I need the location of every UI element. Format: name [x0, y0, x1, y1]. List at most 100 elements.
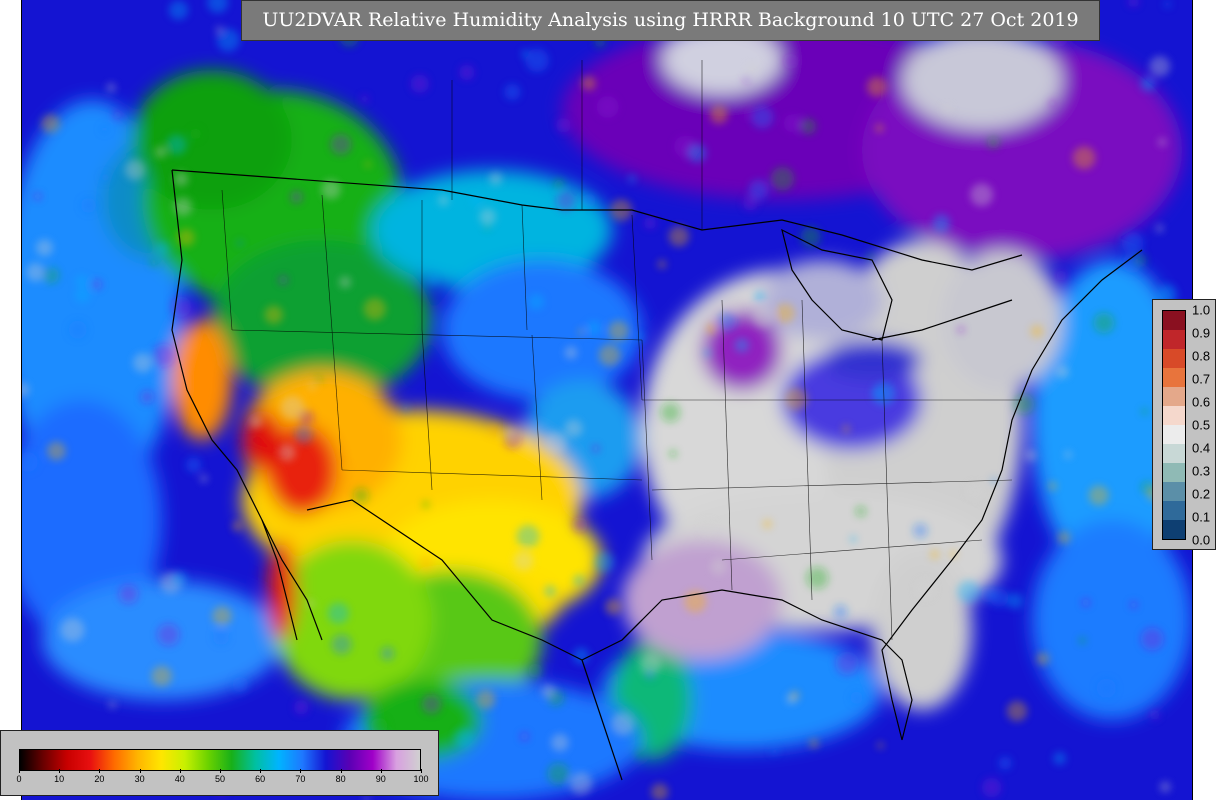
speckle: [41, 114, 60, 133]
relative-humidity-map: [21, 0, 1193, 800]
rh-tick-label: 70: [295, 774, 306, 784]
increment-colorbar-segment: [1163, 348, 1185, 368]
speckle: [611, 712, 635, 736]
speckle: [151, 343, 175, 367]
speckle: [564, 419, 583, 438]
speckle: [1025, 450, 1037, 462]
speckle: [140, 390, 155, 404]
speckle: [998, 756, 1012, 770]
speckle: [1006, 700, 1028, 722]
speckle: [421, 500, 430, 509]
increment-tick-label: 0.0: [1192, 532, 1211, 548]
speckle: [185, 457, 202, 473]
speckle: [1155, 224, 1164, 233]
increment-colorbar-segment: [1163, 329, 1185, 349]
speckle: [504, 83, 521, 101]
increment-tick-label: 1.0: [1192, 302, 1211, 318]
speckle: [1159, 781, 1171, 793]
speckle: [990, 588, 1009, 607]
speckle: [1141, 408, 1148, 415]
speckle: [555, 191, 576, 212]
speckle: [68, 320, 87, 339]
speckle: [706, 323, 718, 335]
speckle: [308, 382, 316, 390]
speckle: [586, 320, 602, 336]
speckle: [528, 293, 545, 310]
speckle: [353, 487, 369, 504]
rh-tickmark: [220, 769, 221, 773]
speckle: [290, 190, 303, 204]
speckle: [786, 694, 797, 705]
speckle: [783, 114, 803, 133]
speckle: [504, 428, 515, 439]
speckle: [1056, 365, 1070, 379]
speckle: [578, 328, 585, 335]
speckle: [1158, 138, 1167, 147]
speckle: [751, 105, 774, 129]
speckle: [1149, 56, 1171, 77]
increment-colorbar-segment: [1163, 519, 1185, 539]
speckle: [572, 517, 588, 533]
speckle: [106, 83, 116, 93]
speckle: [199, 474, 208, 483]
speckle: [596, 96, 619, 118]
increment-colorbar: [1162, 310, 1186, 540]
increment-colorbar-segment: [1163, 462, 1185, 482]
increment-tick-label: 0.1: [1192, 509, 1211, 525]
speckle: [100, 173, 110, 182]
speckle: [133, 353, 153, 373]
speckle: [513, 550, 534, 571]
speckle: [556, 118, 571, 133]
rh-tick-label: 60: [255, 774, 266, 784]
rh-tickmark: [99, 769, 101, 773]
speckle: [100, 125, 109, 134]
rh-tickmark: [340, 769, 342, 773]
speckle: [212, 628, 230, 645]
speckle: [1030, 324, 1044, 338]
rh-tickmark: [139, 769, 141, 773]
increment-colorbar-segment: [1163, 405, 1185, 425]
speckle: [236, 239, 244, 247]
speckle: [280, 395, 305, 420]
increment-tick-label: 0.4: [1192, 440, 1211, 456]
speckle: [551, 733, 569, 752]
speckle: [401, 404, 410, 412]
speckle: [525, 48, 549, 73]
speckle: [459, 64, 475, 81]
rh-colorbar-panel: 0 10 20 30 40 50 60 70 80 90 100: [0, 730, 439, 796]
speckle: [438, 195, 449, 206]
speckle: [1072, 146, 1096, 170]
speckle: [564, 346, 578, 360]
speckle: [866, 252, 874, 260]
speckle: [1081, 598, 1091, 607]
speckle: [327, 602, 349, 624]
rh-tick-label: 10: [54, 774, 65, 784]
speckle: [970, 183, 994, 207]
speckle: [157, 623, 180, 646]
speckle: [516, 524, 540, 549]
speckle: [1121, 232, 1144, 254]
speckle: [877, 742, 884, 749]
speckle: [314, 375, 323, 384]
rh-tick-label: 90: [375, 774, 386, 784]
rh-tick-label: 30: [134, 774, 145, 784]
speckle: [800, 118, 817, 135]
speckle: [541, 684, 556, 699]
speckle: [644, 217, 657, 230]
speckle: [364, 161, 371, 168]
map-title: UU2DVAR Relative Humidity Analysis using…: [241, 0, 1100, 41]
speckle: [521, 49, 529, 58]
speckle: [1140, 76, 1156, 92]
speckle: [536, 401, 545, 409]
speckle: [1064, 450, 1072, 459]
rh-tickmark: [59, 769, 61, 773]
rh-tick-label: 0: [16, 774, 22, 784]
rh-tickmark: [19, 769, 20, 773]
increment-tick-label: 0.5: [1192, 417, 1211, 433]
speckle: [866, 76, 887, 97]
speckle: [212, 606, 232, 626]
speckle: [942, 104, 952, 114]
speckle: [604, 598, 622, 615]
speckle: [594, 552, 615, 573]
speckle: [700, 521, 716, 537]
